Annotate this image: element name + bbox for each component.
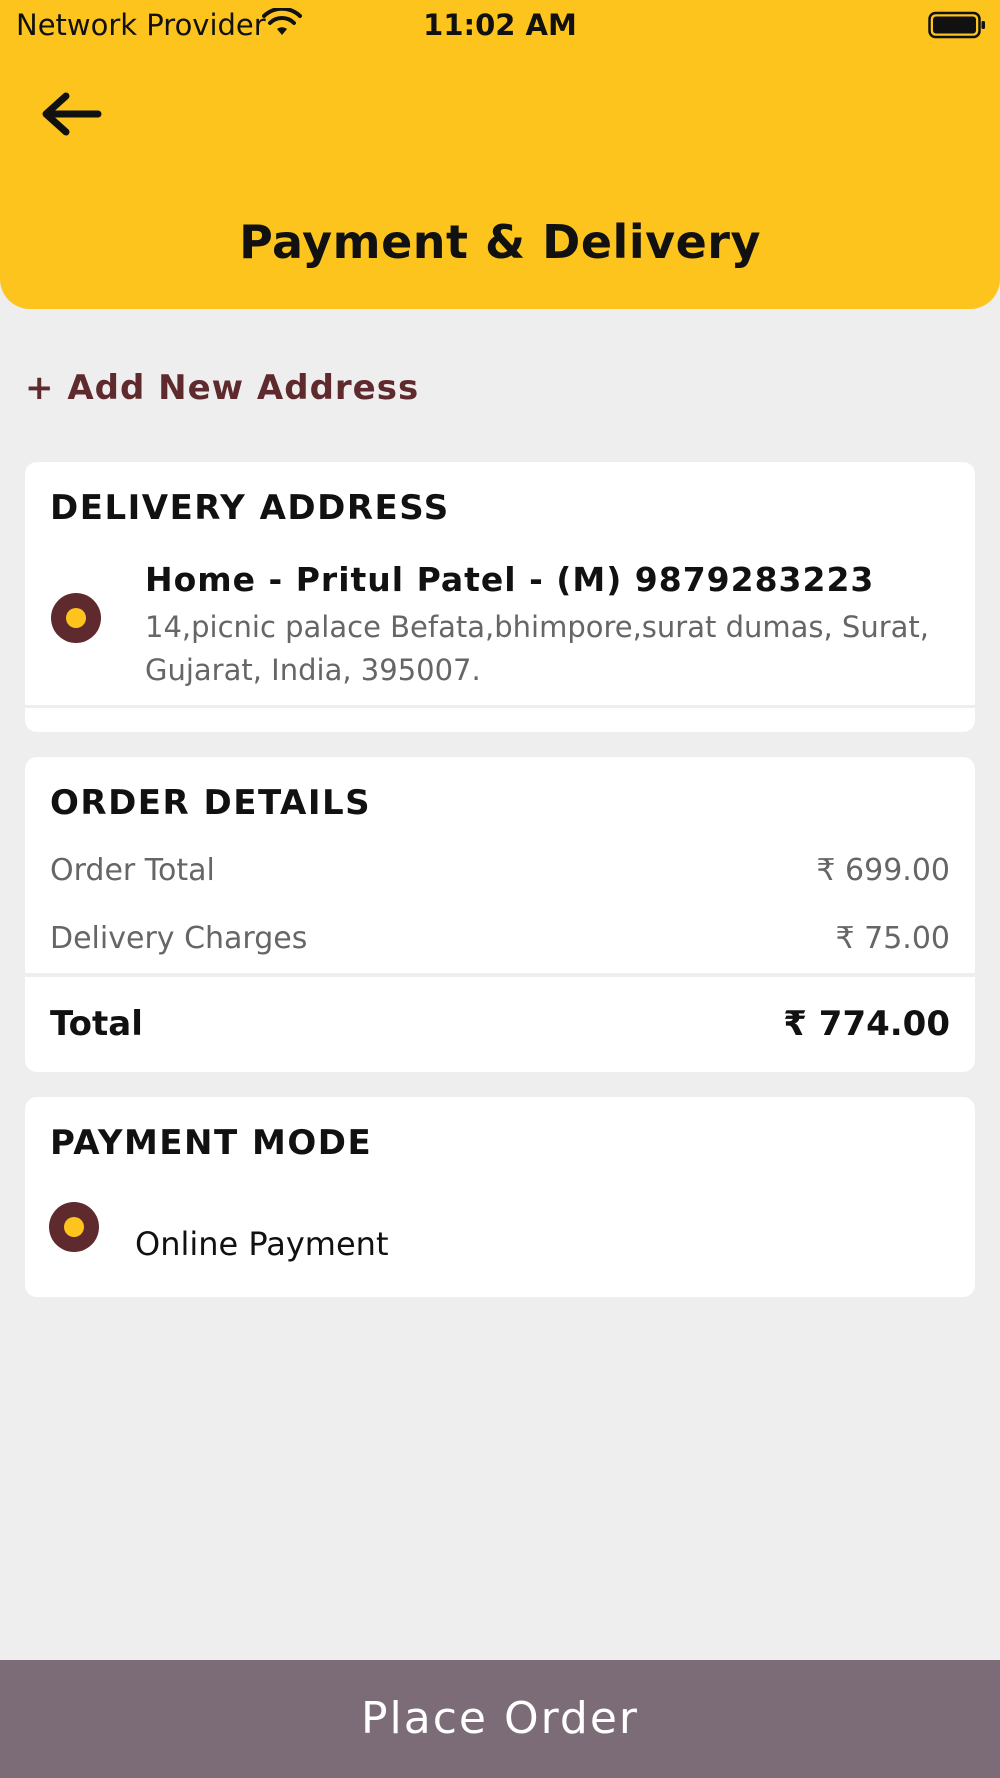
order-details-title: ORDER DETAILS (50, 783, 372, 823)
address-line-1: 14,picnic palace Befata,bhimpore,surat d… (145, 610, 930, 644)
status-bar: Network Provider 11:02 AM (0, 0, 1000, 52)
grand-total-value: ₹ 774.00 (783, 1004, 950, 1044)
battery-icon (928, 11, 985, 39)
delivery-address-title: DELIVERY ADDRESS (50, 488, 450, 528)
header: Network Provider 11:02 AM Payment & Deli… (0, 0, 1000, 309)
payment-option-label[interactable]: Online Payment (135, 1225, 388, 1263)
address-line-2: Gujarat, India, 395007. (145, 653, 481, 687)
payment-mode-title: PAYMENT MODE (50, 1123, 373, 1163)
status-time: 11:02 AM (423, 8, 577, 42)
payment-mode-card: PAYMENT MODE Online Payment (25, 1097, 975, 1297)
address-radio-selected[interactable] (51, 593, 101, 643)
add-new-address-link[interactable]: + Add New Address (25, 368, 419, 408)
payment-delivery-screen: Network Provider 11:02 AM Payment & Deli… (0, 0, 1000, 1778)
delivery-charges-value: ₹ 75.00 (835, 921, 950, 956)
address-divider (25, 705, 975, 708)
order-divider (25, 973, 975, 977)
delivery-charges-label: Delivery Charges (50, 921, 308, 956)
order-total-label: Order Total (50, 853, 215, 888)
order-total-value: ₹ 699.00 (816, 853, 950, 888)
payment-radio-selected[interactable] (49, 1202, 99, 1252)
place-order-button[interactable]: Place Order (0, 1660, 1000, 1778)
address-name-line: Home - Pritul Patel - (M) 9879283223 (145, 560, 875, 599)
page-title: Payment & Delivery (239, 215, 761, 269)
back-arrow-icon[interactable] (38, 88, 104, 140)
grand-total-label: Total (50, 1004, 143, 1044)
delivery-address-card: DELIVERY ADDRESS Home - Pritul Patel - (… (25, 462, 975, 732)
order-details-card: ORDER DETAILS Order Total ₹ 699.00 Deliv… (25, 757, 975, 1072)
